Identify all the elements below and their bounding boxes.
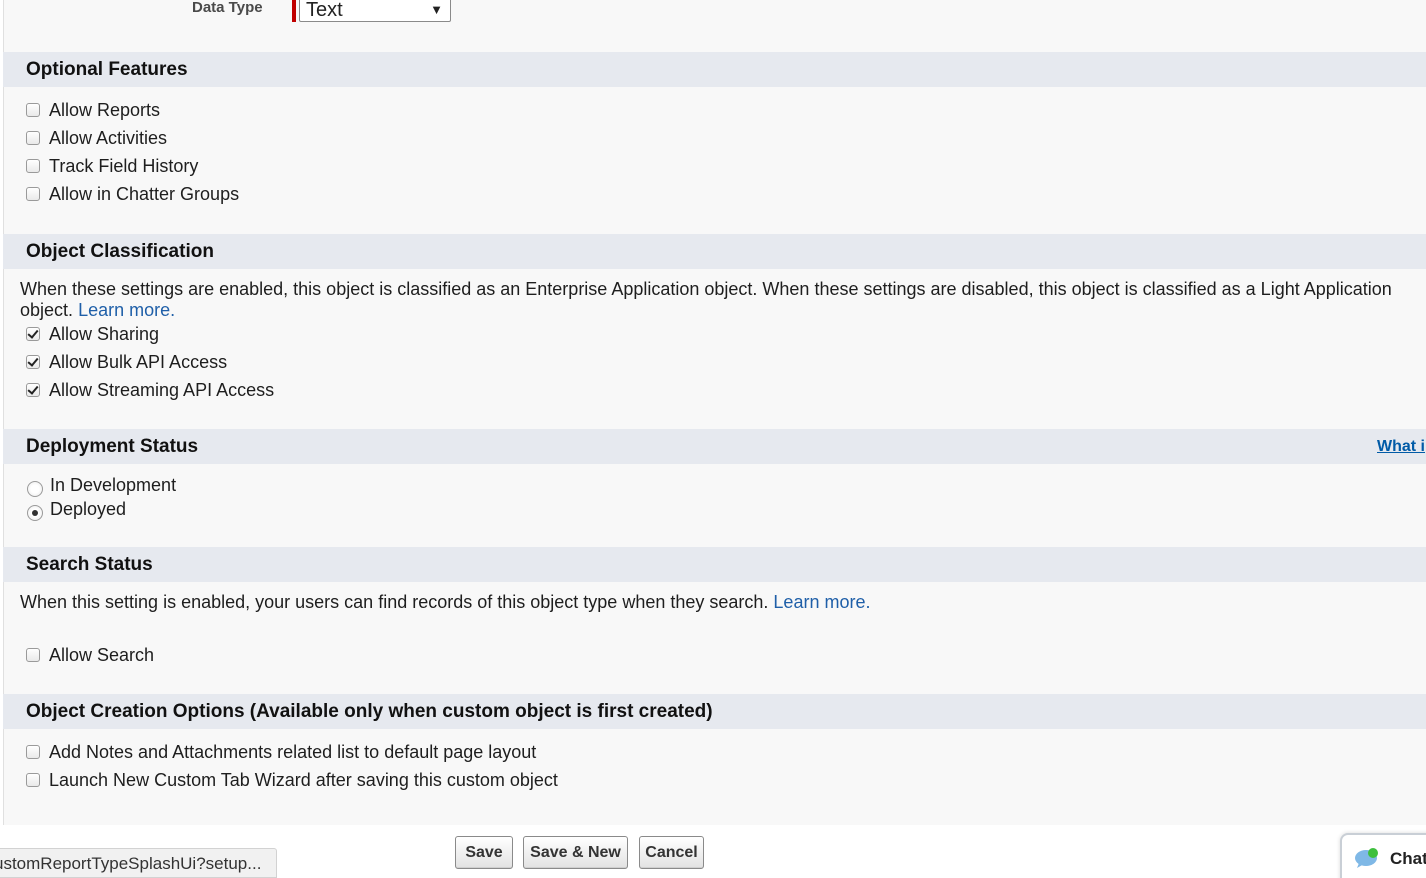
add-notes-attachments-checkbox[interactable] xyxy=(26,745,40,759)
checkbox-label: Allow Activities xyxy=(49,128,168,148)
chat-bubble-icon xyxy=(1355,848,1378,868)
page: Data Type Text ▼ Optional Features Allow… xyxy=(0,0,1426,878)
data-type-selected-value: Text xyxy=(306,0,343,21)
section-header-optional-features: Optional Features xyxy=(3,52,1426,87)
section-title: Optional Features xyxy=(26,59,188,80)
section-header-deployment-status: Deployment Status What i xyxy=(3,429,1426,464)
allow-streaming-api-checkbox[interactable] xyxy=(26,383,40,397)
launch-tab-wizard-checkbox[interactable] xyxy=(26,773,40,787)
checkbox-row-allow-search[interactable]: Allow Search xyxy=(26,644,154,666)
in-development-radio[interactable] xyxy=(27,480,43,497)
checkbox-label: Allow in Chatter Groups xyxy=(49,184,240,204)
search-status-description: When this setting is enabled, your users… xyxy=(20,592,1415,613)
status-bar-url: ustomReportTypeSplashUi?setup... xyxy=(0,848,277,878)
section-header-object-creation-options: Object Creation Options (Available only … xyxy=(3,694,1426,729)
checkbox-label: Add Notes and Attachments related list t… xyxy=(49,742,537,762)
deployed-radio[interactable] xyxy=(27,504,43,521)
radio-row-in-development[interactable]: In Development xyxy=(27,472,176,498)
checkbox-row-allow-activities[interactable]: Allow Activities xyxy=(26,127,167,149)
allow-sharing-checkbox[interactable] xyxy=(26,327,40,341)
section-header-search-status: Search Status xyxy=(3,547,1426,582)
radio-label: In Development xyxy=(50,475,177,495)
allow-bulk-api-checkbox[interactable] xyxy=(26,355,40,369)
checkbox-row-allow-sharing[interactable]: Allow Sharing xyxy=(26,323,159,345)
section-title: Object Creation Options (Available only … xyxy=(26,701,713,722)
allow-search-checkbox[interactable] xyxy=(26,648,40,662)
checkbox-label: Track Field History xyxy=(49,156,199,176)
checkbox-label: Allow Bulk API Access xyxy=(49,352,228,372)
allow-reports-checkbox[interactable] xyxy=(26,103,40,117)
checkbox-row-allow-bulk-api[interactable]: Allow Bulk API Access xyxy=(26,351,227,373)
checkbox-row-track-field-history[interactable]: Track Field History xyxy=(26,155,198,177)
allow-activities-checkbox[interactable] xyxy=(26,131,40,145)
chat-label: Chat xyxy=(1390,849,1426,868)
radio-row-deployed[interactable]: Deployed xyxy=(27,496,126,522)
checkbox-row-launch-tab-wizard[interactable]: Launch New Custom Tab Wizard after savin… xyxy=(26,769,558,791)
help-link[interactable]: What i xyxy=(1377,438,1425,456)
description-text: When this setting is enabled, your users… xyxy=(20,592,769,612)
track-field-history-checkbox[interactable] xyxy=(26,159,40,173)
data-type-label: Data Type xyxy=(192,0,263,16)
required-indicator xyxy=(292,0,296,22)
chat-widget[interactable]: Chat xyxy=(1340,833,1426,878)
checkbox-label: Allow Search xyxy=(49,645,155,665)
allow-chatter-groups-checkbox[interactable] xyxy=(26,187,40,201)
learn-more-link[interactable]: Learn more. xyxy=(773,592,870,612)
checkbox-row-allow-chatter-groups[interactable]: Allow in Chatter Groups xyxy=(26,183,239,205)
section-title: Object Classification xyxy=(26,241,214,262)
checkbox-row-add-notes[interactable]: Add Notes and Attachments related list t… xyxy=(26,741,536,763)
dropdown-arrow-icon: ▼ xyxy=(430,2,443,17)
checkbox-row-allow-reports[interactable]: Allow Reports xyxy=(26,99,160,121)
save-button[interactable]: Save xyxy=(455,836,513,869)
checkbox-row-allow-streaming-api[interactable]: Allow Streaming API Access xyxy=(26,379,274,401)
checkbox-label: Allow Reports xyxy=(49,100,161,120)
save-and-new-button[interactable]: Save & New xyxy=(523,836,628,869)
section-header-object-classification: Object Classification xyxy=(3,234,1426,269)
section-title: Search Status xyxy=(26,554,153,575)
object-classification-description: When these settings are enabled, this ob… xyxy=(20,279,1415,321)
data-type-select[interactable]: Text ▼ xyxy=(299,0,451,22)
description-text: When these settings are enabled, this ob… xyxy=(20,279,1392,320)
radio-label: Deployed xyxy=(50,499,127,519)
learn-more-link[interactable]: Learn more. xyxy=(78,300,175,320)
checkbox-label: Allow Sharing xyxy=(49,324,160,344)
section-title: Deployment Status xyxy=(26,436,199,457)
checkbox-label: Allow Streaming API Access xyxy=(49,380,275,400)
checkbox-label: Launch New Custom Tab Wizard after savin… xyxy=(49,770,558,790)
cancel-button[interactable]: Cancel xyxy=(639,836,704,869)
